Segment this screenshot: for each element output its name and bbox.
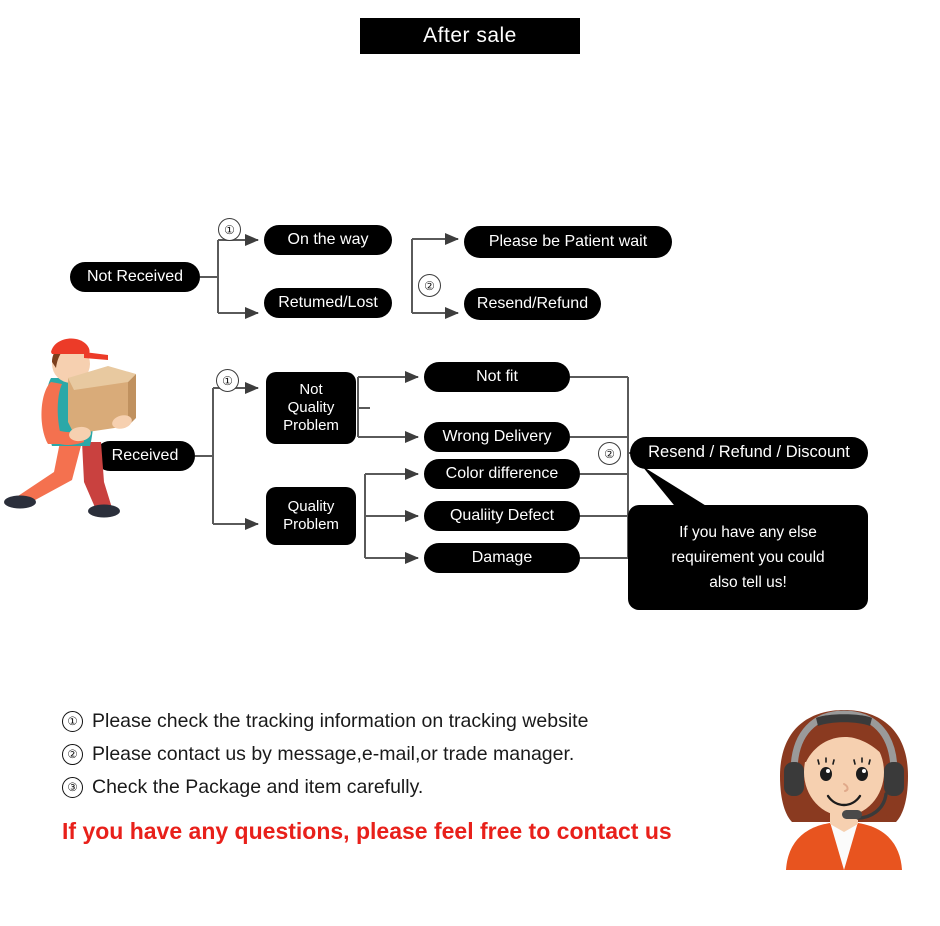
notes-list: ① Please check the tracking information …	[62, 708, 752, 807]
node-resend-refund: Resend/Refund	[464, 288, 601, 320]
node-on-the-way: On the way	[264, 225, 392, 255]
step-marker-label: ②	[424, 278, 435, 293]
node-label: On the way	[287, 230, 369, 248]
node-label: Not fit	[476, 367, 518, 385]
node-returned-lost: Retumed/Lost	[264, 288, 392, 318]
header-banner: After sale	[360, 18, 580, 54]
step-marker-2-received-result: ②	[598, 442, 621, 465]
note-text: Check the Package and item carefully.	[92, 775, 424, 798]
note-item: ① Please check the tracking information …	[62, 708, 752, 734]
note-item: ② Please contact us by message,e-mail,or…	[62, 741, 752, 767]
callout-bubble: If you have any else requirement you cou…	[628, 505, 868, 610]
node-quality-defect: Qualiity Defect	[424, 501, 580, 531]
page-title: After sale	[423, 24, 517, 47]
node-please-be-patient-wait: Please be Patient wait	[464, 226, 672, 258]
step-marker-label: ①	[224, 222, 235, 237]
node-label: Qualiity Defect	[449, 506, 555, 524]
node-label: Damage	[471, 548, 533, 566]
contact-cta-text: If you have any questions, please feel f…	[62, 818, 672, 844]
node-not-fit: Not fit	[424, 362, 570, 392]
node-not-quality-problem: Not Quality Problem	[266, 372, 356, 444]
node-color-difference: Color difference	[424, 459, 580, 489]
step-marker-label: ①	[222, 373, 233, 388]
node-label: Please be Patient wait	[488, 232, 648, 250]
node-quality-problem: Quality Problem	[266, 487, 356, 545]
node-label: Retumed/Lost	[278, 293, 378, 311]
courier-illustration	[4, 338, 136, 518]
node-label: Resend/Refund	[476, 294, 589, 312]
step-marker-label: ②	[604, 446, 615, 461]
note-marker: ②	[62, 743, 83, 765]
node-label: Quality Problem	[283, 498, 339, 533]
node-damage: Damage	[424, 543, 580, 573]
node-label: Resend / Refund / Discount	[648, 443, 850, 462]
step-marker-1-received: ①	[216, 369, 239, 392]
note-marker: ①	[62, 710, 83, 732]
step-marker-1-not-received: ①	[218, 218, 241, 241]
node-label: Not Quality Problem	[283, 381, 339, 434]
callout-text: If you have any else requirement you cou…	[671, 523, 825, 592]
step-marker-2-not-received-result: ②	[418, 274, 441, 297]
note-marker: ③	[62, 776, 83, 798]
note-text: Please check the tracking information on…	[92, 709, 589, 732]
node-label: Not Received	[86, 267, 184, 285]
node-not-received: Not Received	[70, 262, 200, 292]
node-label: Color difference	[445, 464, 559, 482]
node-wrong-delivery: Wrong Delivery	[424, 422, 570, 452]
note-item: ③ Check the Package and item carefully.	[62, 774, 752, 800]
customer-service-agent-illustration	[780, 710, 908, 870]
node-label: Wrong Delivery	[442, 427, 552, 445]
note-text: Please contact us by message,e-mail,or t…	[92, 742, 575, 765]
